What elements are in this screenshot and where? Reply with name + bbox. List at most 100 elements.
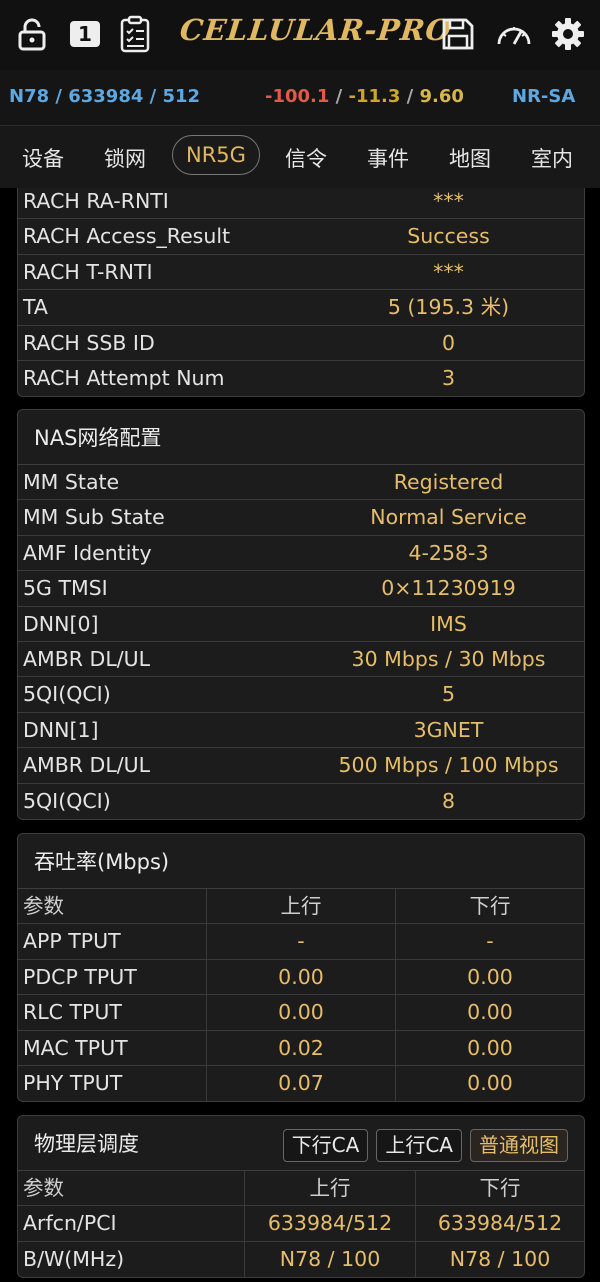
table-row: AMF Identity 4-258-3 bbox=[18, 536, 584, 572]
rach-panel: RACH RA-RNTI *** RACH Access_Result Succes… bbox=[17, 188, 585, 398]
sinr-value: 9.60 bbox=[419, 86, 464, 107]
network-mode: NR-SA bbox=[512, 86, 576, 107]
row-value: 5 (195.3 米) bbox=[387, 295, 510, 320]
row-key: PHY TPUT bbox=[23, 1070, 123, 1095]
lock-count-icon[interactable]: 1 bbox=[65, 12, 105, 56]
panel-title-text: 物理层调度 bbox=[34, 1132, 139, 1156]
uplink-value: 633984/512 bbox=[244, 1206, 415, 1241]
table-row: MM State Registered bbox=[18, 465, 584, 501]
row-value: Normal Service bbox=[370, 505, 527, 530]
normal-view-button[interactable]: 普通视图 bbox=[470, 1129, 568, 1162]
table-row: RACH Attempt Num 3 bbox=[18, 361, 584, 396]
row-key: RACH RA-RNTI bbox=[23, 189, 169, 213]
table-row: RACH RA-RNTI *** bbox=[18, 188, 584, 220]
row-key: RACH Access_Result bbox=[23, 224, 231, 249]
table-header-row: 参数 上行 下行 bbox=[18, 889, 584, 925]
tab-events[interactable]: 事件 bbox=[367, 143, 409, 173]
column-header: 下行 bbox=[395, 889, 584, 924]
table-row: RACH SSB ID 0 bbox=[18, 326, 584, 361]
view-toggle-group: 下行CA 上行CA 普通视图 bbox=[282, 1129, 568, 1162]
uplink-value: 0.00 bbox=[206, 959, 395, 995]
throughput-panel: 吞吐率(Mbps) 参数 上行 下行 APP TPUT - - PDCP TPUT 0… bbox=[17, 833, 585, 1103]
panel-title: NAS网络配置 bbox=[18, 410, 584, 465]
row-value: IMS bbox=[430, 611, 467, 636]
row-value: 5 bbox=[441, 682, 456, 707]
row-key: 5G TMSI bbox=[23, 576, 108, 601]
nas-config-panel: NAS网络配置 MM State Registered MM Sub State N… bbox=[17, 409, 585, 820]
row-key: AMBR DL/UL bbox=[23, 753, 151, 778]
table-row: AMBR DL/UL 30 Mbps / 30 Mbps bbox=[18, 642, 584, 678]
table-row: RACH Access_Result Success bbox=[18, 219, 584, 255]
row-value: Registered bbox=[393, 470, 504, 494]
row-value: 0 bbox=[441, 330, 456, 355]
downlink-value: 0.00 bbox=[395, 959, 584, 995]
table-row: PDCP TPUT 0.00 0.00 bbox=[18, 959, 584, 996]
uplink-value: 0.07 bbox=[206, 1065, 395, 1102]
table-row: 5G TMSI 0×11230919 bbox=[18, 571, 584, 607]
speedometer-icon[interactable] bbox=[494, 12, 534, 56]
row-key: RACH T-RNTI bbox=[23, 259, 153, 284]
tab-bar: 设备 锁网 NR5G 信令 事件 地图 室内 bbox=[0, 126, 600, 188]
column-header: 参数 bbox=[23, 1176, 64, 1200]
row-value: 30 Mbps / 30 Mbps bbox=[351, 646, 546, 671]
settings-gear-icon[interactable] bbox=[548, 12, 588, 56]
row-value: 3 bbox=[441, 365, 456, 390]
uplink-value: 0.00 bbox=[206, 995, 395, 1030]
table-row: PHY TPUT 0.07 0.00 bbox=[18, 1065, 584, 1102]
row-key: RACH SSB ID bbox=[23, 330, 155, 355]
row-key: 5QI(QCI) bbox=[23, 788, 111, 813]
clipboard-icon[interactable] bbox=[115, 12, 155, 56]
row-key: PDCP TPUT bbox=[23, 964, 137, 989]
app-logo: Cellular-Pro bbox=[178, 13, 454, 47]
table-row: MAC TPUT 0.02 0.00 bbox=[18, 1030, 584, 1066]
table-row: 5QI(QCI) 8 bbox=[18, 784, 584, 819]
row-key: RACH Attempt Num bbox=[23, 365, 225, 390]
lock-icon[interactable] bbox=[12, 12, 52, 56]
table-row: RLC TPUT 0.00 0.00 bbox=[18, 995, 584, 1031]
tab-lock-network[interactable]: 锁网 bbox=[104, 143, 146, 173]
table-row: 5QI(QCI) 5 bbox=[18, 677, 584, 713]
row-value: 8 bbox=[441, 788, 456, 813]
downlink-value: 0.00 bbox=[395, 1065, 584, 1102]
table-row: RACH T-RNTI *** bbox=[18, 255, 584, 291]
tab-device[interactable]: 设备 bbox=[22, 143, 64, 173]
row-value: Success bbox=[407, 224, 490, 249]
uplink-ca-button[interactable]: 上行CA bbox=[376, 1129, 462, 1162]
column-header: 参数 bbox=[23, 894, 64, 918]
table-row: AMBR DL/UL 500 Mbps / 100 Mbps bbox=[18, 748, 584, 784]
downlink-value: N78 / 100 bbox=[415, 1241, 584, 1278]
row-key: APP TPUT bbox=[23, 929, 121, 954]
tab-map[interactable]: 地图 bbox=[449, 143, 491, 173]
scroll-content[interactable]: RACH RA-RNTI *** RACH Access_Result Succes… bbox=[0, 188, 600, 1282]
table-row: B/W(MHz) N78 / 100 N78 / 100 bbox=[18, 1241, 584, 1278]
row-value: *** bbox=[433, 259, 464, 284]
row-value: 4-258-3 bbox=[408, 540, 489, 565]
rsrq-value: -11.3 bbox=[348, 86, 401, 107]
tab-signaling[interactable]: 信令 bbox=[285, 143, 327, 173]
table-row: Arfcn/PCI 633984/512 633984/512 bbox=[18, 1206, 584, 1242]
signal-status-bar: N78 / 633984 / 512 -100.1 / -11.3 / 9.60… bbox=[0, 70, 600, 126]
row-key: MM Sub State bbox=[23, 505, 165, 530]
panel-title: 吞吐率(Mbps) bbox=[18, 834, 584, 889]
table-row: APP TPUT - - bbox=[18, 924, 584, 960]
downlink-value: 0.00 bbox=[395, 1030, 584, 1065]
row-key: DNN[0] bbox=[23, 611, 99, 636]
metric-separator: / bbox=[400, 86, 420, 107]
phy-schedule-panel: 物理层调度 下行CA 上行CA 普通视图 参数 上行 下行 Arfcn/PCI 6… bbox=[17, 1115, 585, 1279]
tab-indoor[interactable]: 室内 bbox=[531, 143, 573, 173]
lock-count-badge: 1 bbox=[70, 21, 100, 47]
row-key: Arfcn/PCI bbox=[23, 1211, 117, 1236]
tab-nr5g[interactable]: NR5G bbox=[172, 135, 260, 175]
row-key: TA bbox=[23, 295, 48, 320]
signal-metrics: -100.1 / -11.3 / 9.60 bbox=[265, 86, 464, 107]
column-header: 下行 bbox=[415, 1171, 584, 1206]
row-key: B/W(MHz) bbox=[23, 1246, 125, 1271]
save-icon[interactable] bbox=[438, 12, 478, 56]
downlink-ca-button[interactable]: 下行CA bbox=[282, 1129, 369, 1162]
table-row: DNN[0] IMS bbox=[18, 607, 584, 642]
uplink-value: N78 / 100 bbox=[244, 1241, 415, 1278]
column-header: 上行 bbox=[244, 1171, 415, 1206]
column-header: 上行 bbox=[206, 889, 395, 924]
row-key: RLC TPUT bbox=[23, 1000, 122, 1025]
table-row: MM Sub State Normal Service bbox=[18, 500, 584, 536]
